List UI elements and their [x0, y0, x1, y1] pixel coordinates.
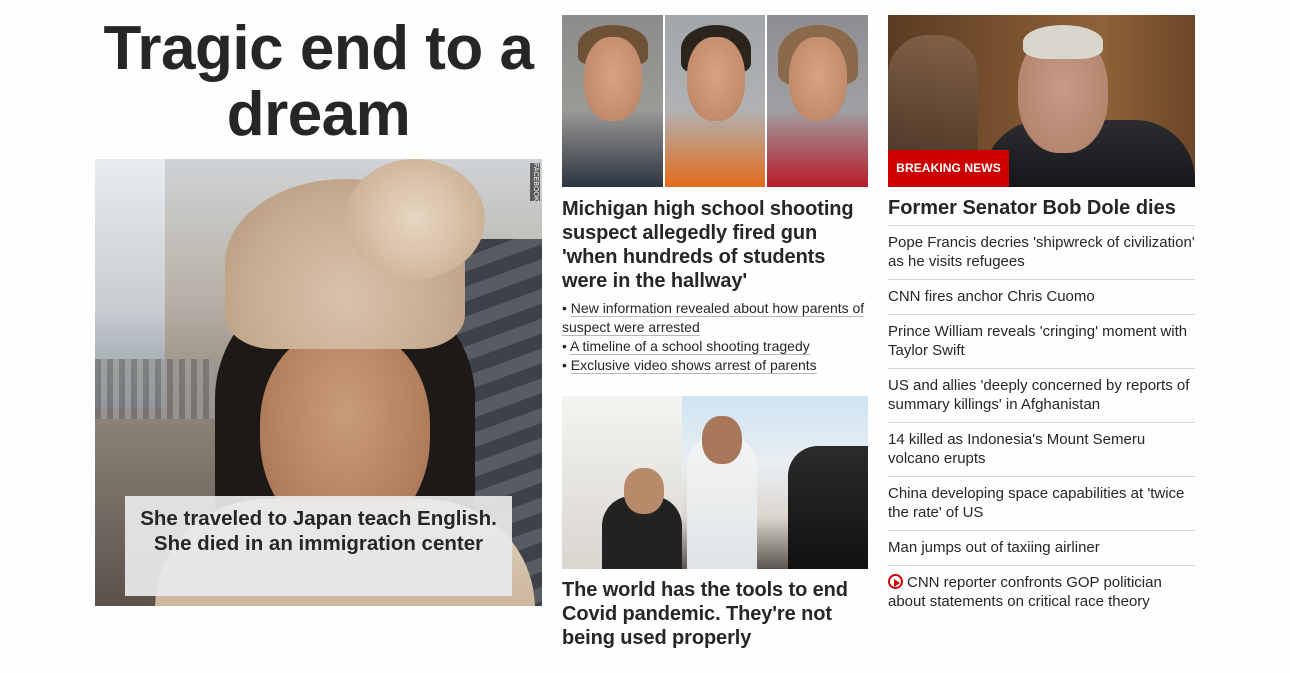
right-column: BREAKING NEWS Former Senator Bob Dole di…	[888, 15, 1195, 619]
lead-caption[interactable]: She traveled to Japan teach English. She…	[125, 496, 512, 596]
breaking-news-badge: BREAKING NEWS	[888, 150, 1009, 187]
dole-headline[interactable]: Former Senator Bob Dole dies	[888, 196, 1195, 220]
covid-photo[interactable]	[562, 396, 868, 569]
lead-title[interactable]: Tragic end to a dream	[95, 14, 542, 150]
headline-item[interactable]: Pope Francis decries 'shipwreck of civil…	[888, 225, 1195, 279]
headline-item[interactable]: US and allies 'deeply concerned by repor…	[888, 368, 1195, 422]
photo-bg-rail	[95, 359, 215, 419]
headline-item-text[interactable]: CNN reporter confronts GOP politician ab…	[888, 574, 1162, 610]
photo-hat-flower	[345, 159, 485, 279]
photo-camera	[788, 446, 868, 569]
photo-credit: FACEBOOK	[530, 163, 540, 202]
mugshot-face	[686, 37, 745, 121]
michigan-headline[interactable]: Michigan high school shooting suspect al…	[562, 197, 868, 293]
play-icon	[888, 574, 903, 589]
mugshot-mother	[767, 15, 869, 187]
middle-column: Michigan high school shooting suspect al…	[562, 15, 869, 650]
headline-item[interactable]: 14 killed as Indonesia's Mount Semeru vo…	[888, 422, 1195, 476]
mugshot-face	[789, 37, 848, 121]
related-link-text[interactable]: A timeline of a school shooting tragedy	[570, 338, 810, 355]
mugshot-face	[584, 37, 642, 121]
michigan-photo[interactable]	[562, 15, 869, 187]
photo-health-worker-head	[702, 416, 742, 464]
mugshot-father	[562, 15, 665, 187]
headline-list: Pope Francis decries 'shipwreck of civil…	[888, 225, 1195, 619]
related-link[interactable]: • New information revealed about how par…	[562, 299, 868, 337]
dole-photo[interactable]: BREAKING NEWS	[888, 15, 1195, 187]
headline-item-video[interactable]: CNN reporter confronts GOP politician ab…	[888, 565, 1195, 619]
headline-item[interactable]: Man jumps out of taxiing airliner	[888, 530, 1195, 565]
related-link-text[interactable]: New information revealed about how paren…	[562, 300, 865, 336]
lead-story: Tragic end to a dream FACEBOOK She trave…	[95, 14, 542, 606]
related-link-text[interactable]: Exclusive video shows arrest of parents	[570, 357, 817, 374]
headline-item[interactable]: China developing space capabilities at '…	[888, 476, 1195, 530]
related-link[interactable]: • Exclusive video shows arrest of parent…	[562, 356, 868, 375]
headline-item[interactable]: CNN fires anchor Chris Cuomo	[888, 279, 1195, 314]
mugshot-suspect	[664, 15, 768, 187]
related-link[interactable]: • A timeline of a school shooting traged…	[562, 337, 868, 356]
photo-hair	[1023, 25, 1103, 59]
photo-patient-head	[624, 468, 664, 514]
covid-headline[interactable]: The world has the tools to end Covid pan…	[562, 578, 868, 650]
michigan-related-list: • New information revealed about how par…	[562, 299, 868, 375]
headline-item[interactable]: Prince William reveals 'cringing' moment…	[888, 314, 1195, 368]
lead-photo[interactable]: FACEBOOK She traveled to Japan teach Eng…	[95, 159, 542, 606]
